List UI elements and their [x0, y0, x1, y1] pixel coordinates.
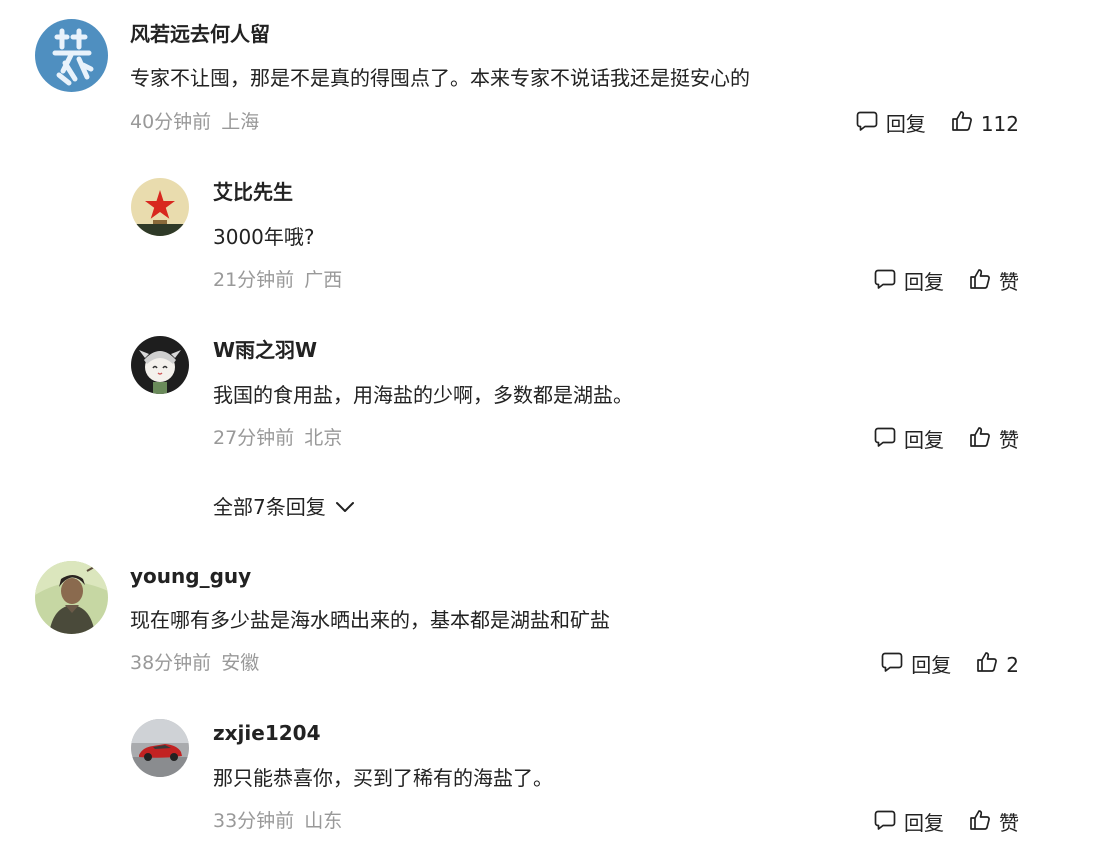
username[interactable]: 艾比先生 — [213, 179, 293, 205]
comment-text: 那只能恭喜你，买到了稀有的海盐了。 — [213, 766, 553, 790]
avatar[interactable] — [35, 19, 108, 92]
thumbs-up-icon — [968, 267, 999, 297]
comment-section: { "comments": [ { "username": "风若远去何人留",… — [0, 0, 1095, 864]
location: 上海 — [221, 111, 260, 133]
thumbs-up-icon — [968, 808, 999, 838]
username[interactable]: young_guy — [130, 563, 251, 589]
avatar[interactable] — [131, 719, 189, 777]
avatar[interactable] — [131, 178, 189, 236]
reply-label: 回复 — [904, 428, 944, 452]
comment-actions: 回复 赞 — [873, 425, 1019, 455]
like-label: 赞 — [999, 811, 1019, 835]
comment-meta: 33分钟前 山东 — [213, 808, 342, 834]
timestamp: 27分钟前 — [213, 427, 295, 449]
reply-button[interactable]: 回复 — [873, 808, 944, 838]
comment-bubble-icon — [880, 650, 911, 680]
location: 北京 — [304, 427, 343, 449]
like-label: 赞 — [999, 270, 1019, 294]
location: 安徽 — [221, 652, 260, 674]
like-count: 2 — [1006, 653, 1019, 677]
username[interactable]: zxjie1204 — [213, 720, 320, 746]
comment-bubble-icon — [873, 267, 904, 297]
timestamp: 40分钟前 — [130, 111, 212, 133]
like-button[interactable]: 112 — [950, 109, 1019, 139]
expand-replies-label: 全部7条回复 — [213, 495, 326, 519]
comment-text: 3000年哦? — [213, 225, 315, 249]
reply-button[interactable]: 回复 — [880, 650, 951, 680]
avatar[interactable] — [131, 336, 189, 394]
thumbs-up-icon — [975, 650, 1006, 680]
comment-bubble-icon — [873, 808, 904, 838]
like-label: 赞 — [999, 428, 1019, 452]
like-button[interactable]: 赞 — [968, 425, 1019, 455]
comment-meta: 38分钟前 安徽 — [130, 650, 259, 676]
username[interactable]: W雨之羽W — [213, 337, 317, 363]
comment-text: 专家不让囤，那是不是真的得囤点了。本来专家不说话我还是挺安心的 — [130, 66, 750, 90]
reply-label: 回复 — [904, 811, 944, 835]
chevron-down-icon — [326, 494, 356, 520]
timestamp: 33分钟前 — [213, 810, 295, 832]
like-button[interactable]: 赞 — [968, 808, 1019, 838]
comment-meta: 40分钟前 上海 — [130, 109, 259, 135]
like-button[interactable]: 赞 — [968, 267, 1019, 297]
expand-replies-button[interactable]: 全部7条回复 — [213, 494, 356, 520]
comment-bubble-icon — [873, 425, 904, 455]
comment-bubble-icon — [855, 109, 886, 139]
reply-label: 回复 — [911, 653, 952, 677]
timestamp: 21分钟前 — [213, 269, 295, 291]
comment-actions: 回复 112 — [855, 109, 1019, 139]
timestamp: 38分钟前 — [130, 652, 212, 674]
comment-actions: 回复 赞 — [873, 267, 1019, 297]
reply-button[interactable]: 回复 — [855, 109, 926, 139]
thumbs-up-icon — [968, 425, 999, 455]
comment-meta: 21分钟前 广西 — [213, 267, 342, 293]
location: 广西 — [304, 269, 343, 291]
comment-actions: 回复 2 — [880, 650, 1019, 680]
reply-label: 回复 — [885, 112, 926, 136]
avatar[interactable] — [35, 561, 108, 634]
comment-meta: 27分钟前 北京 — [213, 425, 342, 451]
comment-actions: 回复 赞 — [873, 808, 1019, 838]
like-button[interactable]: 2 — [975, 650, 1019, 680]
reply-button[interactable]: 回复 — [873, 425, 944, 455]
reply-label: 回复 — [904, 270, 944, 294]
comment-text: 我国的食用盐，用海盐的少啊，多数都是湖盐。 — [213, 383, 633, 407]
comment-text: 现在哪有多少盐是海水晒出来的，基本都是湖盐和矿盐 — [130, 608, 610, 632]
reply-button[interactable]: 回复 — [873, 267, 944, 297]
username[interactable]: 风若远去何人留 — [130, 21, 270, 47]
location: 山东 — [304, 810, 343, 832]
like-count: 112 — [980, 112, 1019, 136]
thumbs-up-icon — [950, 109, 981, 139]
